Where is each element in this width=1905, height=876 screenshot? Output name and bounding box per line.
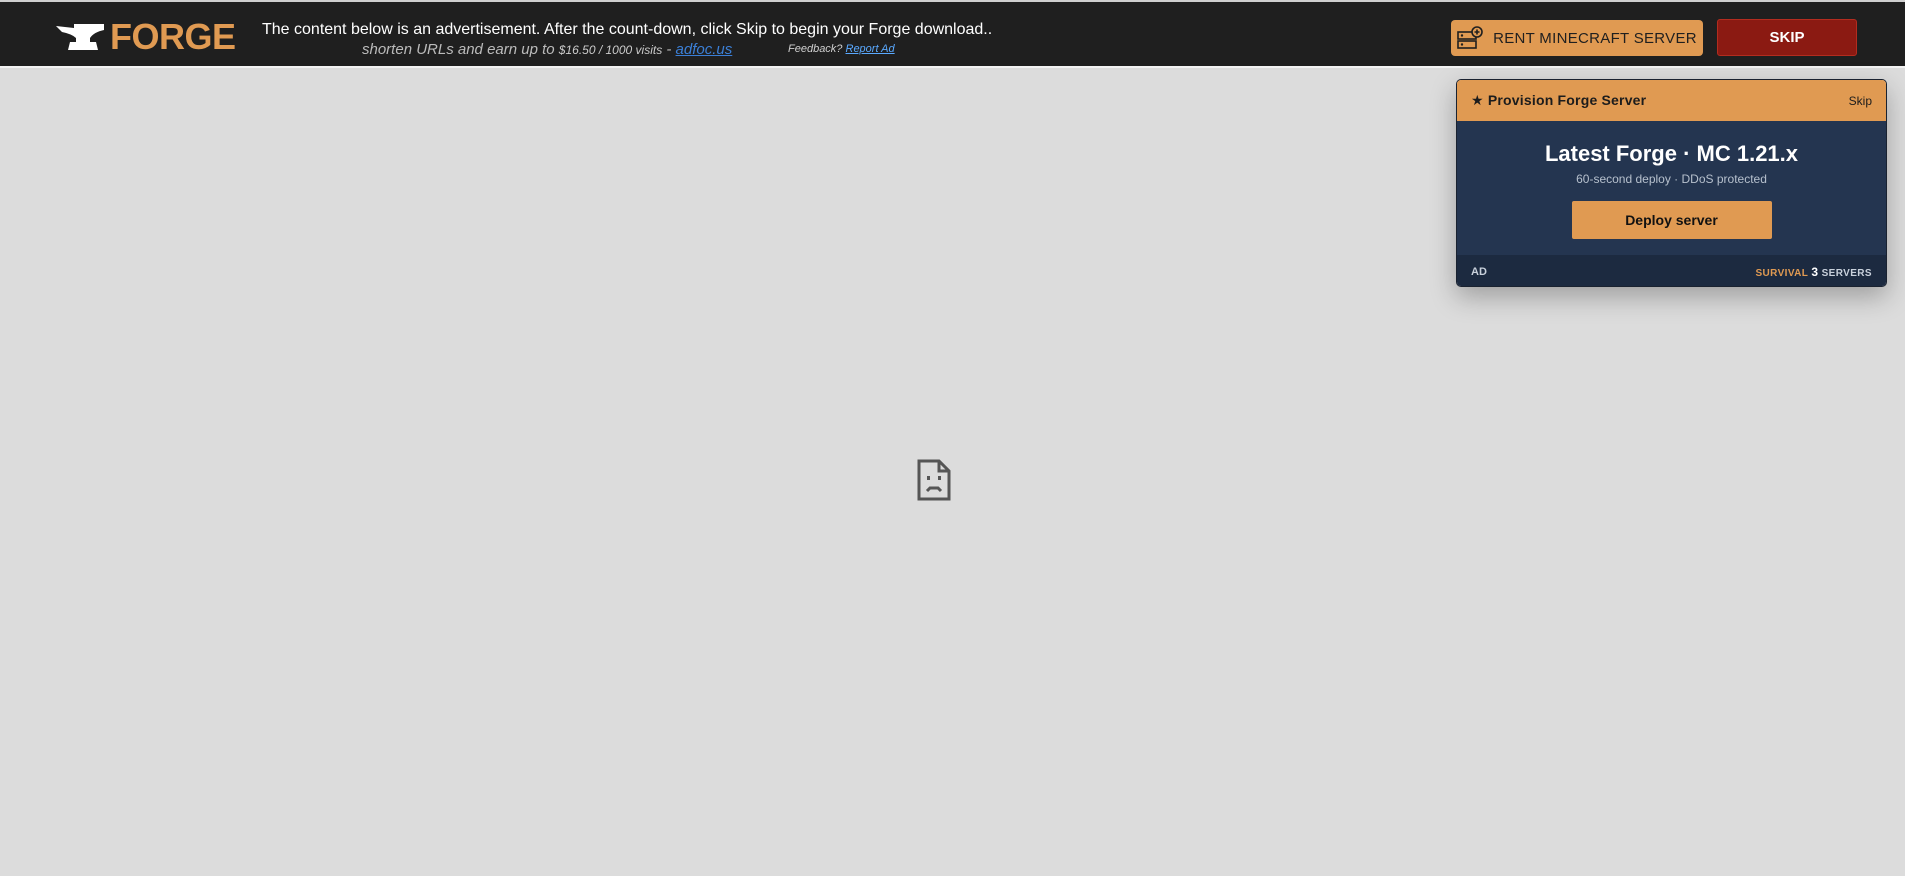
broken-page-icon <box>917 459 951 501</box>
top-bar: FORGE The content below is an advertisem… <box>0 0 1905 68</box>
ad-header-label: Provision Forge Server <box>1487 92 1647 108</box>
anvil-icon <box>56 24 104 50</box>
server-add-icon <box>1457 26 1483 49</box>
promo-prefix: shorten URLs and earn up to <box>362 41 555 58</box>
feedback-label: Feedback? <box>788 43 843 55</box>
ad-header-title: ★ Provision Forge Server <box>1471 92 1646 109</box>
promo-separator: - <box>666 41 672 58</box>
star-icon: ★ <box>1471 92 1484 108</box>
ad-body: Latest Forge · MC 1.21.x 60-second deplo… <box>1457 121 1886 255</box>
ad-badge: AD <box>1471 265 1487 278</box>
logo-text: FORGE <box>110 16 236 57</box>
promo-line: shorten URLs and earn up to $16.50 / 100… <box>362 41 732 59</box>
feedback: Feedback? Report Ad <box>788 43 895 55</box>
ad-footer: AD SURVIVAL 3 SERVERS <box>1457 255 1886 286</box>
deploy-server-button[interactable]: Deploy server <box>1571 201 1772 239</box>
brand-mark: 3 <box>1811 264 1819 279</box>
ad-header: ★ Provision Forge Server Skip <box>1457 80 1886 121</box>
ad-skip-link[interactable]: Skip <box>1849 94 1872 108</box>
rent-server-label: RENT MINECRAFT SERVER <box>1493 29 1697 47</box>
ad-notice-text: The content below is an advertisement. A… <box>262 21 993 38</box>
forge-logo[interactable]: FORGE <box>54 18 236 56</box>
adfocus-link[interactable]: adfoc.us <box>676 41 733 58</box>
rent-server-button[interactable]: RENT MINECRAFT SERVER <box>1451 20 1703 56</box>
brand-right: SERVERS <box>1821 267 1872 279</box>
survival-servers-logo[interactable]: SURVIVAL 3 SERVERS <box>1755 265 1872 279</box>
brand-left: SURVIVAL <box>1755 267 1809 279</box>
skip-button[interactable]: SKIP <box>1717 19 1857 56</box>
server-ad-popup: ★ Provision Forge Server Skip Latest For… <box>1456 79 1887 287</box>
report-ad-link[interactable]: Report Ad <box>846 43 895 55</box>
ad-title: Latest Forge · MC 1.21.x <box>1544 141 1799 166</box>
ad-subtitle: 60-second deploy · DDoS protected <box>1576 172 1767 186</box>
promo-rate: $16.50 / 1000 visits <box>558 43 663 57</box>
